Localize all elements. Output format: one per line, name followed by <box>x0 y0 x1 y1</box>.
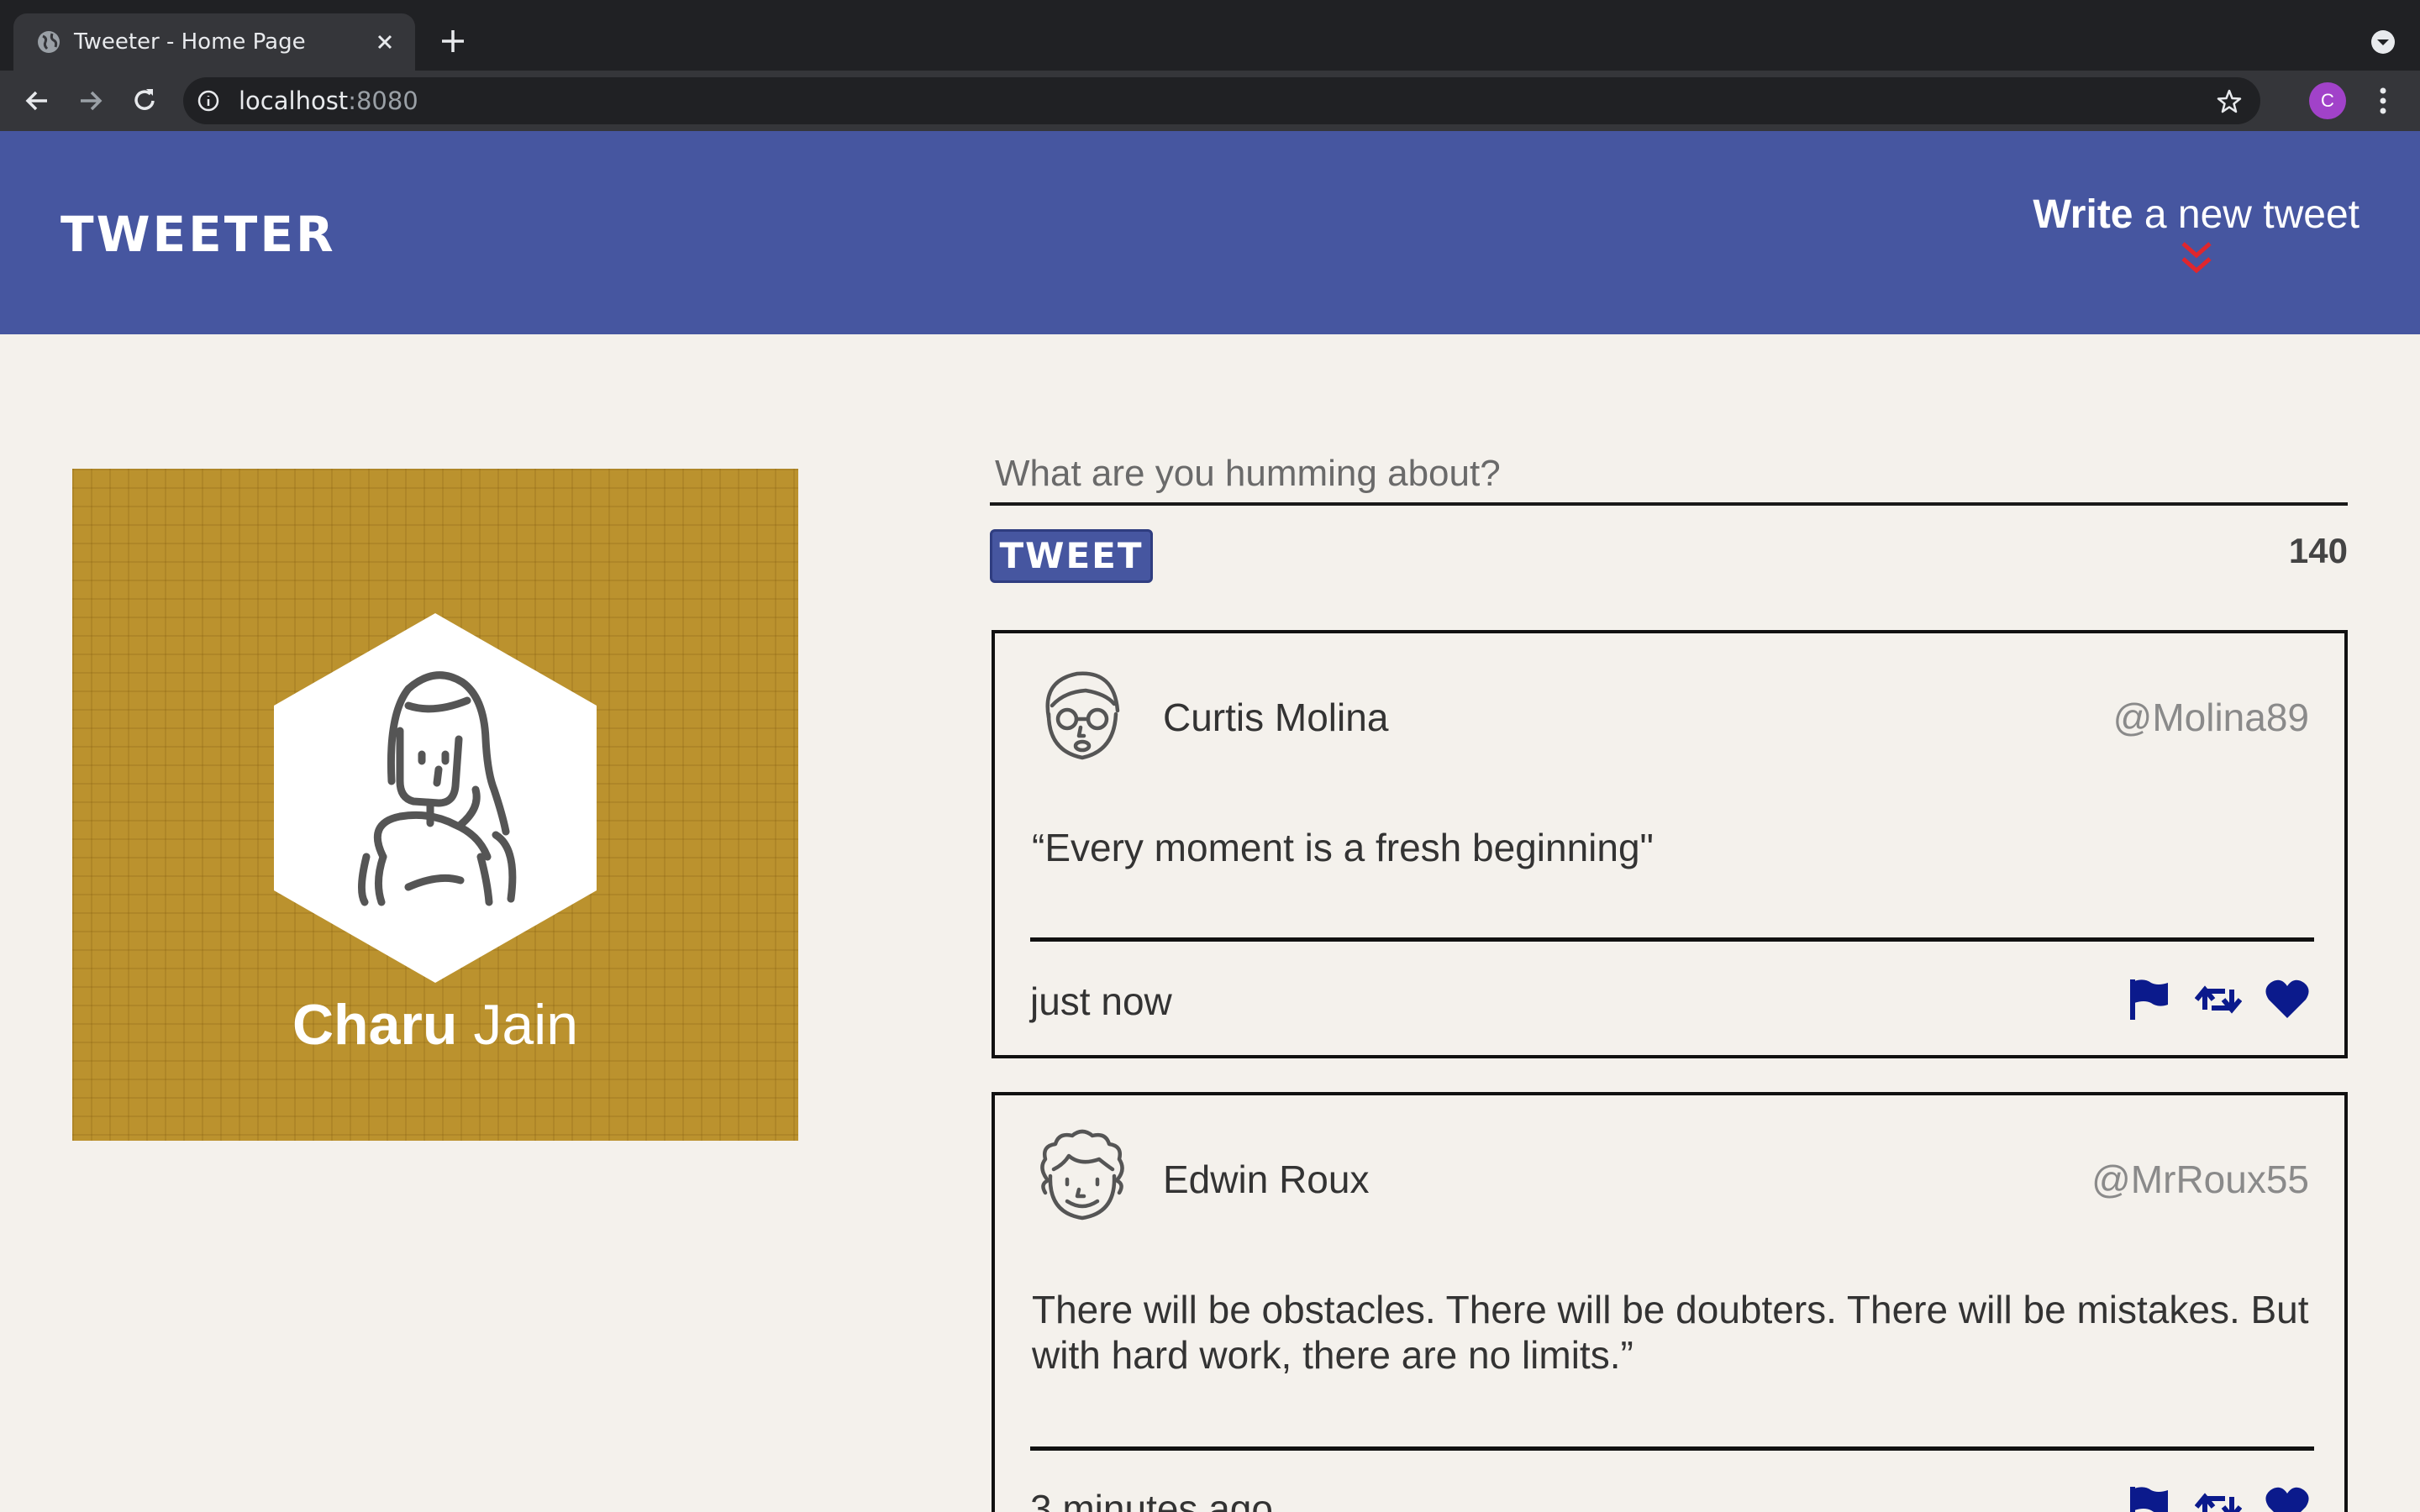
heart-icon[interactable] <box>2264 976 2311 1023</box>
tweet-timestamp: 3 minutes ago <box>1030 1487 1273 1512</box>
browser-tab[interactable]: Tweeter - Home Page <box>13 13 415 71</box>
tweet-text: “Every moment is a fresh beginning" <box>1032 826 1654 869</box>
tweet-button[interactable]: TWEET <box>990 529 1153 583</box>
write-new-tweet-link[interactable]: Write a new tweet <box>2033 190 2360 281</box>
character-counter: 140 <box>2288 531 2348 570</box>
info-icon[interactable] <box>197 89 220 113</box>
compose-link-strong: Write <box>2033 192 2133 237</box>
tweet-actions <box>2126 1483 2311 1512</box>
forward-arrow-icon[interactable] <box>74 84 108 118</box>
profile-avatar-hexagon <box>274 613 597 983</box>
address-bar[interactable]: localhost:8080 <box>183 77 2260 124</box>
tweet-card: Curtis Molina @Molina89 “Every moment is… <box>992 630 2348 1058</box>
profile-name: Charu Jain <box>72 991 798 1058</box>
tweet-author-name[interactable]: Curtis Molina <box>1163 694 1388 741</box>
tweet-divider <box>1030 937 2314 942</box>
man-curly-hair-avatar-icon <box>1040 1129 1124 1221</box>
app-header: TWEETER Write a new tweet <box>0 131 2420 334</box>
tweet-timestamp: just now <box>1030 979 1172 1023</box>
tab-search-icon[interactable] <box>2368 27 2398 57</box>
heart-icon[interactable] <box>2264 1483 2311 1512</box>
url-text[interactable]: localhost:8080 <box>239 86 418 116</box>
retweet-icon[interactable] <box>2195 976 2242 1023</box>
url-host: localhost <box>239 87 349 115</box>
tweet-author-handle[interactable]: @Molina89 <box>2113 694 2309 741</box>
tweet-card: Edwin Roux @MrRoux55 There will be obsta… <box>992 1092 2348 1512</box>
brand-logo[interactable]: TWEETER <box>60 205 336 264</box>
browser-tab-bar: Tweeter - Home Page <box>0 0 2420 71</box>
compose-link-rest: a new tweet <box>2144 192 2360 237</box>
profile-avatar[interactable]: C <box>2309 82 2346 119</box>
browser-toolbar: localhost:8080 C <box>0 71 2420 131</box>
tweet-author-name[interactable]: Edwin Roux <box>1163 1156 1369 1203</box>
url-port: :8080 <box>348 87 418 115</box>
tweet-text: There will be obstacles. There will be d… <box>1032 1288 2309 1377</box>
flag-icon[interactable] <box>2126 976 2173 1023</box>
double-chevron-down-icon[interactable] <box>2178 240 2215 281</box>
man-glasses-avatar-icon <box>1045 671 1120 760</box>
close-icon[interactable] <box>371 29 398 55</box>
profile-last-name: Jain <box>473 993 579 1057</box>
flag-icon[interactable] <box>2126 1483 2173 1512</box>
new-tab-icon[interactable] <box>437 25 469 57</box>
compose-link-text: Write a new tweet <box>2033 190 2360 240</box>
reload-icon[interactable] <box>128 84 161 118</box>
tweet-actions <box>2126 976 2311 1023</box>
more-menu-icon[interactable] <box>2368 84 2398 118</box>
globe-icon <box>38 31 60 53</box>
profile-card: Charu Jain <box>72 469 798 1141</box>
tab-title: Tweeter - Home Page <box>74 29 306 55</box>
tweet-divider <box>1030 1446 2314 1451</box>
tweet-author-handle[interactable]: @MrRoux55 <box>2091 1156 2309 1203</box>
back-arrow-icon[interactable] <box>20 84 54 118</box>
profile-first-name: Charu <box>292 993 458 1057</box>
retweet-icon[interactable] <box>2195 1483 2242 1512</box>
tweet-input[interactable] <box>990 445 2348 506</box>
bookmark-star-icon[interactable] <box>2215 87 2244 116</box>
